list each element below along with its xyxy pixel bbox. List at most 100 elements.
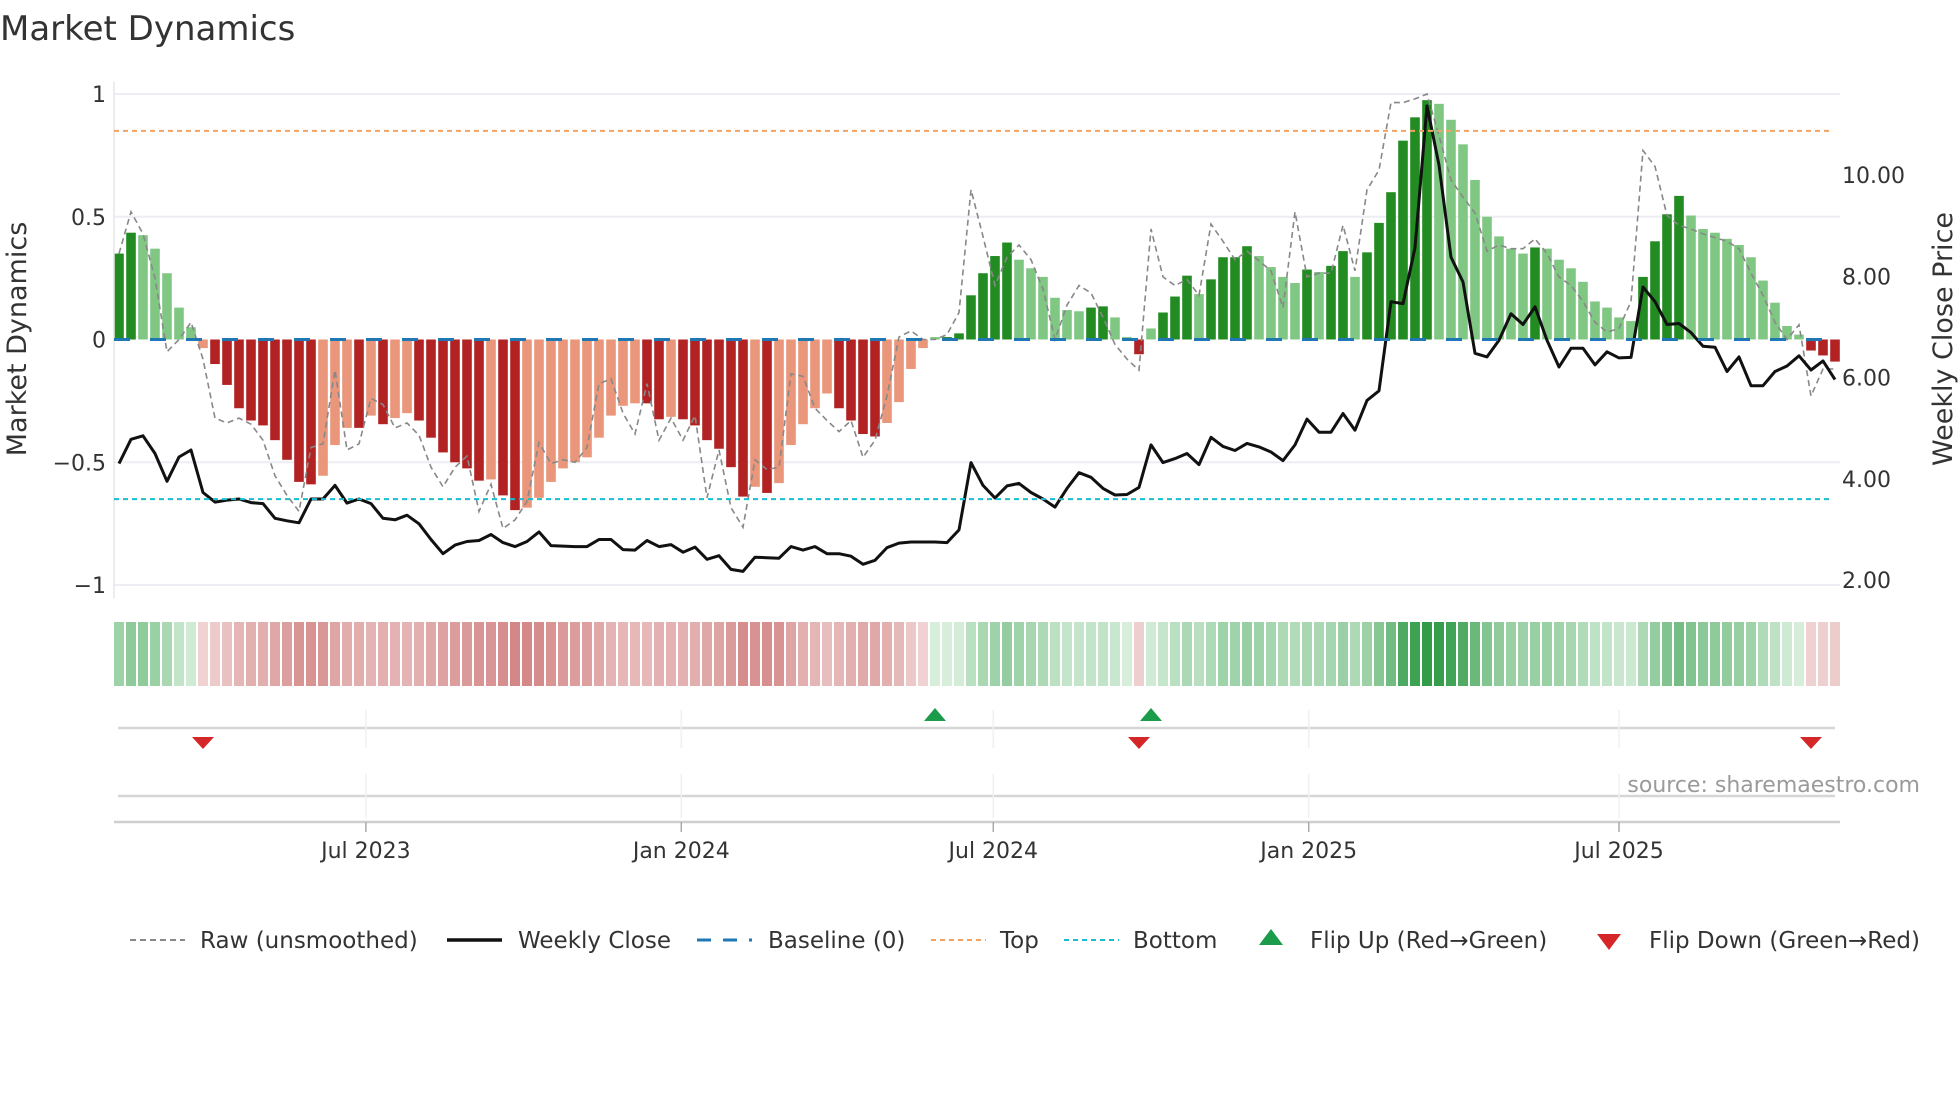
bar (1218, 257, 1228, 340)
heat-cell (762, 622, 772, 686)
heat-cell (1818, 622, 1828, 686)
heat-cell (474, 622, 484, 686)
heat-cell (438, 622, 448, 686)
heat-cell (462, 622, 472, 686)
heat-cell (1650, 622, 1660, 686)
heat-cell (1242, 622, 1252, 686)
heat-cell (1062, 622, 1072, 686)
bar (1266, 267, 1276, 340)
heat-cell (1134, 622, 1144, 686)
heat-cell (162, 622, 172, 686)
bar (1698, 229, 1708, 340)
heat-cell (390, 622, 400, 686)
heat-cell (750, 622, 760, 686)
bar (1050, 297, 1060, 340)
heat-cell (1014, 622, 1024, 686)
heat-cell (282, 622, 292, 686)
bar (390, 339, 400, 419)
heat-cell (1194, 622, 1204, 686)
heat-cell (1002, 622, 1012, 686)
bar (414, 339, 424, 421)
bar (318, 339, 328, 476)
x-tick-label: Jan 2024 (631, 839, 730, 864)
heat-cell (1050, 622, 1060, 686)
y-axis-label-right: Weekly Close Price (1928, 212, 1959, 466)
bar (282, 339, 292, 460)
heat-cell (114, 622, 124, 686)
legend-label-raw: Raw (unsmoothed) (200, 928, 418, 954)
bar (1794, 334, 1804, 340)
heat-cell (690, 622, 700, 686)
heat-cell (186, 622, 196, 686)
flip-markers-panel (118, 708, 1835, 818)
heat-cell (1218, 622, 1228, 686)
bar (678, 339, 688, 420)
bar (354, 339, 364, 428)
heat-cell (534, 622, 544, 686)
bar (1014, 259, 1024, 340)
heat-cell (402, 622, 412, 686)
legend-flip-down-icon (1597, 934, 1621, 950)
market-dynamics-chart: Market Dynamics 1 0.5 0 −0.5 −1 10.00 8.00 6.00… (0, 9, 1959, 954)
legend-label-close: Weekly Close (518, 928, 671, 954)
heat-cell (906, 622, 916, 686)
bar (690, 339, 700, 426)
bar (438, 339, 448, 453)
bar (1686, 215, 1696, 340)
bar (162, 273, 172, 340)
bar (1110, 317, 1120, 340)
heat-cell (942, 622, 952, 686)
y-tick-label-right: 6.00 (1842, 367, 1891, 392)
heat-cell (1578, 622, 1588, 686)
bar (234, 339, 244, 409)
heat-cell (1722, 622, 1732, 686)
bar (822, 339, 832, 394)
heat-cell (930, 622, 940, 686)
bar (762, 339, 772, 493)
heat-cell (354, 622, 364, 686)
heat-cell (1338, 622, 1348, 686)
bar (1374, 222, 1384, 340)
heat-cell (882, 622, 892, 686)
x-axis: Jul 2023 Jan 2024 Jul 2024 Jan 2025 Jul 2025 (114, 820, 1840, 864)
bar (1830, 339, 1840, 362)
bar (666, 339, 676, 417)
bar (1194, 294, 1204, 340)
bar (906, 339, 916, 369)
heat-cell (1506, 622, 1516, 686)
heat-cell (1434, 622, 1444, 686)
heat-cell (378, 622, 388, 686)
bar (654, 339, 664, 420)
bar (486, 339, 496, 480)
bar (978, 273, 988, 340)
heat-cell (654, 622, 664, 686)
heat-cell (294, 622, 304, 686)
flip-up-marker (1140, 708, 1162, 721)
heat-cell (1602, 622, 1612, 686)
bar (114, 253, 124, 340)
heat-cell (1074, 622, 1084, 686)
heat-cell (774, 622, 784, 686)
bar (1086, 307, 1096, 340)
bar (1650, 241, 1660, 340)
bar (1242, 246, 1252, 340)
bar (1506, 248, 1516, 340)
heat-cell (258, 622, 268, 686)
heat-cell (1638, 622, 1648, 686)
bar (1314, 271, 1324, 340)
heat-cell (450, 622, 460, 686)
heat-cell (594, 622, 604, 686)
heat-cell (894, 622, 904, 686)
heat-cell (1314, 622, 1324, 686)
heat-cell (1266, 622, 1276, 686)
heat-cell (1710, 622, 1720, 686)
bar (1818, 339, 1828, 356)
bar (270, 339, 280, 441)
heat-cell (510, 622, 520, 686)
bar (702, 339, 712, 441)
heat-cell (870, 622, 880, 686)
bar (1074, 311, 1084, 340)
flip-down-marker (1800, 737, 1822, 749)
y-tick-label-left: 0.5 (71, 206, 106, 231)
heat-cell (498, 622, 508, 686)
